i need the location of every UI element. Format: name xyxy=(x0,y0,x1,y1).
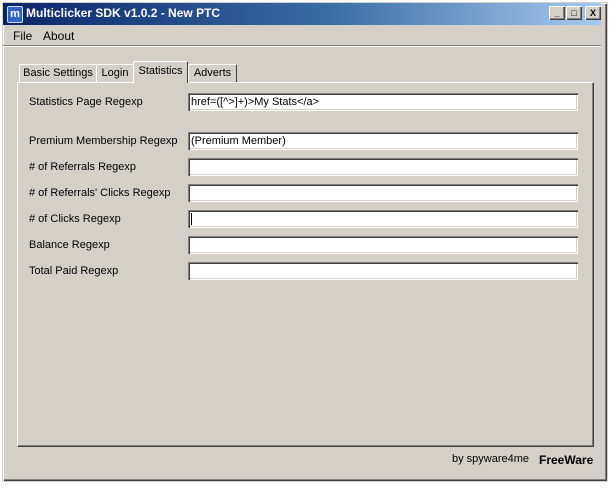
total-paid-regexp-input[interactable] xyxy=(188,262,578,280)
referrals-regexp-label: # of Referrals Regexp xyxy=(29,161,136,173)
statistics-page-regexp-input[interactable]: href=([^>]+)>My Stats</a> xyxy=(188,93,578,111)
clicks-regexp-input[interactable] xyxy=(188,210,578,228)
minimize-button[interactable]: _ xyxy=(549,6,565,20)
close-button[interactable]: X xyxy=(585,6,601,20)
premium-membership-regexp-label: Premium Membership Regexp xyxy=(29,135,178,147)
referrals-clicks-regexp-label: # of Referrals' Clicks Regexp xyxy=(29,187,171,199)
text-caret xyxy=(191,213,192,226)
menu-about[interactable]: About xyxy=(43,29,74,43)
title-bar[interactable]: m Multiclicker SDK v1.0.2 - New PTC _ □ … xyxy=(3,3,601,25)
premium-membership-regexp-input[interactable]: (Premium Member) xyxy=(188,132,578,150)
balance-regexp-input[interactable] xyxy=(188,236,578,254)
total-paid-regexp-label: Total Paid Regexp xyxy=(29,265,119,277)
tab-basic-settings[interactable]: Basic Settings xyxy=(19,64,97,82)
balance-regexp-label: Balance Regexp xyxy=(29,239,110,251)
maximize-button[interactable]: □ xyxy=(566,6,582,20)
menu-file[interactable]: File xyxy=(13,29,32,43)
referrals-regexp-input[interactable] xyxy=(188,158,578,176)
tab-adverts[interactable]: Adverts xyxy=(188,64,237,82)
window-title: Multiclicker SDK v1.0.2 - New PTC xyxy=(26,6,221,20)
tab-statistics[interactable]: Statistics xyxy=(133,61,188,83)
menu-bar: File About xyxy=(3,26,601,45)
tab-login[interactable]: Login xyxy=(96,64,134,82)
menu-divider xyxy=(3,45,601,47)
statistics-page-regexp-label: Statistics Page Regexp xyxy=(29,96,143,108)
referrals-clicks-regexp-input[interactable] xyxy=(188,184,578,202)
app-icon: m xyxy=(7,6,23,23)
footer-credit: by spyware4me xyxy=(452,453,530,465)
footer-license: FreeWare xyxy=(539,453,594,467)
clicks-regexp-label: # of Clicks Regexp xyxy=(29,213,121,225)
